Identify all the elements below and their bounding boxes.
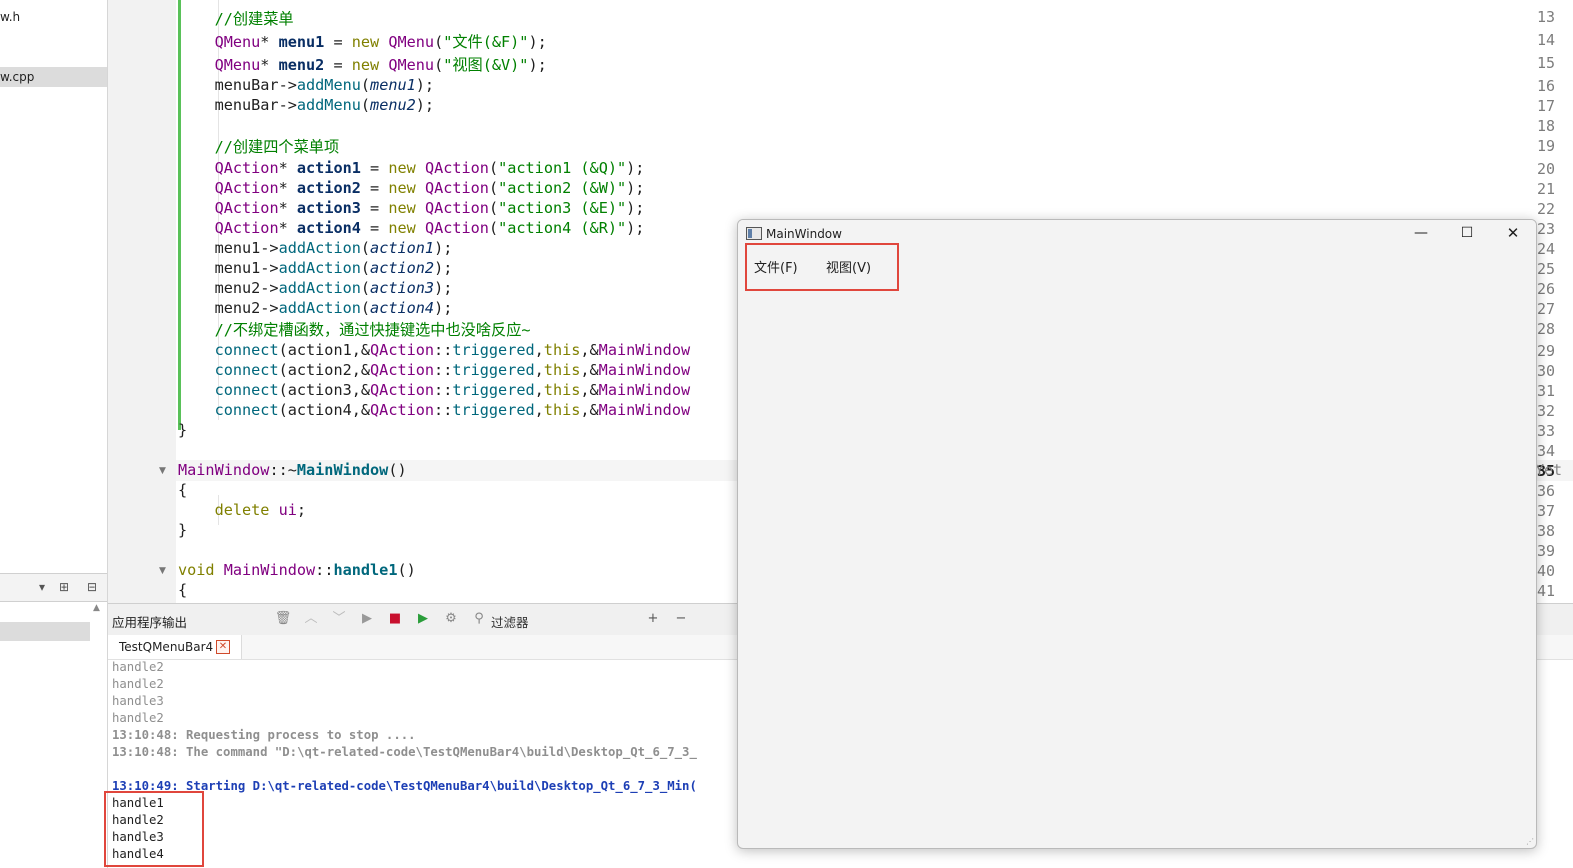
- code-line: QAction* action2 = new QAction("action2 …: [214, 179, 645, 197]
- project-panel: w.h w.cpp ▾ ⊞ ⊟ ▲: [0, 0, 108, 868]
- line-number: 19: [1536, 137, 1555, 155]
- code-line: delete ui;: [214, 501, 307, 519]
- output-line: handle2: [112, 711, 164, 725]
- code-line: }: [178, 521, 188, 539]
- code-line: //创建菜单: [214, 10, 294, 28]
- output-line: handle2: [112, 660, 164, 674]
- file-name: w.h: [0, 10, 21, 24]
- output-line: handle3: [112, 694, 164, 708]
- maximize-icon[interactable]: ☐: [1444, 220, 1490, 247]
- line-number: 16: [1536, 77, 1555, 95]
- split-icon[interactable]: ⊞: [56, 579, 72, 595]
- code-line: QAction* action4 = new QAction("action4 …: [214, 219, 645, 237]
- code-line: menuBar->addMenu(menu2);: [178, 96, 435, 114]
- line-number: 22: [1536, 200, 1555, 218]
- highlight-box: [745, 243, 899, 291]
- code-line: connect(action1,&QAction::triggered,this…: [214, 341, 691, 359]
- highlight-box: [104, 791, 204, 867]
- panel-toolbar: ▾ ⊞ ⊟: [0, 573, 107, 602]
- prev-icon[interactable]: ︿: [302, 610, 320, 628]
- line-number: 15: [1536, 54, 1555, 72]
- code-line: menu1->addAction(action1);: [178, 239, 453, 257]
- code-line: QMenu* menu2 = new QMenu("视图(&V)");: [214, 56, 547, 74]
- debug-run-icon[interactable]: ▶: [414, 610, 432, 628]
- settings-icon[interactable]: ⚙: [442, 610, 460, 628]
- scroll-up-icon[interactable]: ▲: [93, 603, 100, 613]
- app-icon: [746, 227, 762, 240]
- line-number: 14: [1536, 31, 1555, 49]
- code-line: void MainWindow::handle1(): [178, 561, 416, 579]
- code-line: connect(action2,&QAction::triggered,this…: [214, 361, 691, 379]
- line-number: 21: [1536, 180, 1555, 198]
- code-line: //创建四个菜单项: [214, 138, 340, 156]
- zoom-in-icon[interactable]: +: [644, 610, 662, 628]
- close-icon[interactable]: ✕: [1490, 220, 1536, 247]
- file-item[interactable]: w.h: [0, 7, 107, 27]
- code-line: QAction* action3 = new QAction("action3 …: [214, 199, 645, 217]
- filter-input[interactable]: 过滤器: [491, 612, 529, 631]
- window-title: MainWindow: [766, 227, 842, 241]
- code-line: menu2->addAction(action3);: [178, 279, 453, 297]
- code-line: menu2->addAction(action4);: [178, 299, 453, 317]
- fold-arrow-icon[interactable]: ▼: [159, 466, 166, 476]
- main-window[interactable]: MainWindow — ☐ ✕ 文件(F) 视图(V) ⋰: [737, 219, 1537, 849]
- output-line: handle2: [112, 677, 164, 691]
- dropdown-arrow-icon[interactable]: ▾: [34, 579, 50, 595]
- fold-arrow-icon[interactable]: ▼: [159, 566, 166, 576]
- code-line: }: [178, 421, 188, 439]
- code-line: QMenu* menu1 = new QMenu("文件(&F)");: [214, 33, 547, 51]
- output-line: 13:10:48: Requesting process to stop ...…: [112, 728, 416, 742]
- list-item-selected[interactable]: [0, 622, 90, 641]
- code-line: connect(action4,&QAction::triggered,this…: [214, 401, 691, 419]
- output-line: 13:10:48: The command "D:\qt-related-cod…: [112, 745, 697, 759]
- minimize-icon[interactable]: —: [1398, 220, 1444, 247]
- tab-run-output[interactable]: TestQMenuBar4 ✕: [108, 635, 242, 659]
- output-pane-title: 应用程序输出: [112, 615, 188, 630]
- line-number: 20: [1536, 160, 1555, 178]
- run-icon[interactable]: ▶: [358, 610, 376, 628]
- close-pane-icon[interactable]: ⊟: [84, 579, 100, 595]
- zoom-out-icon[interactable]: −: [672, 610, 690, 628]
- file-item-selected[interactable]: w.cpp: [0, 67, 107, 87]
- code-line: MainWindow::~MainWindow(): [178, 461, 407, 479]
- resize-grip-icon[interactable]: ⋰: [1526, 837, 1534, 846]
- code-line: menu1->addAction(action2);: [178, 259, 453, 277]
- file-name: w.cpp: [0, 70, 35, 84]
- code-line: menuBar->addMenu(menu1);: [178, 76, 435, 94]
- code-line: {: [178, 581, 188, 599]
- stop-icon[interactable]: ■: [386, 610, 404, 628]
- next-icon[interactable]: ﹀: [330, 610, 348, 628]
- line-number: 13: [1536, 8, 1555, 26]
- code-line: {: [178, 481, 188, 499]
- tab-label: TestQMenuBar4: [119, 640, 214, 654]
- line-number-gutter: [108, 0, 176, 603]
- close-icon[interactable]: ✕: [216, 640, 230, 654]
- code-line: QAction* action1 = new QAction("action1 …: [214, 159, 645, 177]
- line-number: 17: [1536, 97, 1555, 115]
- overflow-text: Yet: [1535, 461, 1563, 479]
- line-number: 18: [1536, 117, 1555, 135]
- code-line: connect(action3,&QAction::triggered,this…: [214, 381, 691, 399]
- clear-icon[interactable]: 🗑: [274, 610, 292, 628]
- code-line: //不绑定槽函数，通过快捷键选中也没啥反应~: [214, 321, 531, 339]
- search-icon: ⚲: [474, 611, 484, 626]
